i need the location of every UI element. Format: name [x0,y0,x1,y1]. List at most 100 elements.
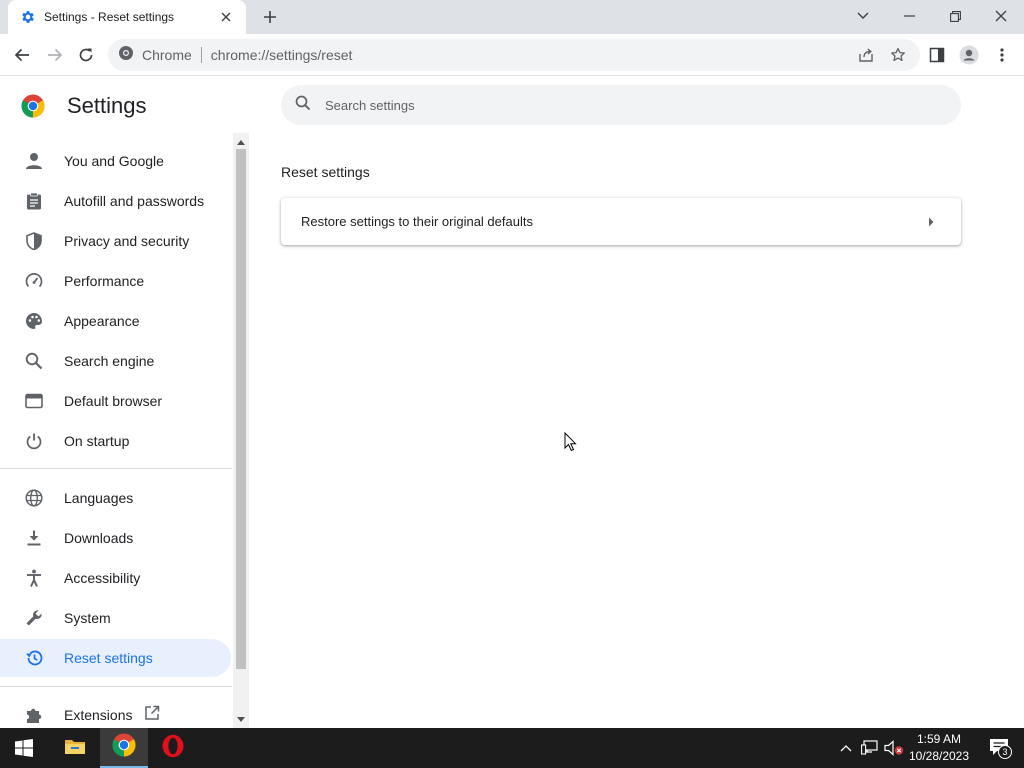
page-title: Settings [67,93,147,118]
folder-icon [64,737,86,760]
sidebar-item-label: Privacy and security [64,233,190,249]
chip-label: Chrome [142,47,192,63]
section-title: Reset settings [281,164,370,180]
sidebar-item-appearance[interactable]: Appearance [0,302,231,340]
restore-defaults-label: Restore settings to their original defau… [301,214,533,229]
search-icon [24,351,44,371]
tab-title: Settings - Reset settings [44,10,175,24]
browser-toolbar: Chrome chrome://settings/reset [0,34,1024,76]
sidebar-item-label: Reset settings [64,650,153,666]
sidebar-item-label: On startup [64,433,130,449]
sidebar-item-autofill[interactable]: Autofill and passwords [0,182,231,220]
sidebar-item-reset-settings[interactable]: Reset settings [0,639,231,677]
restore-button[interactable] [932,0,978,32]
sidebar-item-system[interactable]: System [0,599,231,637]
network-icon[interactable] [860,738,880,758]
close-window-button[interactable] [978,0,1024,32]
omnibox-separator [200,47,202,63]
volume-muted-icon[interactable] [884,738,904,758]
chrome-icon [118,45,134,66]
sidebar-item-label: Downloads [64,530,134,546]
back-button[interactable] [10,43,34,67]
share-icon[interactable] [854,43,878,67]
globe-icon [24,488,44,508]
shield-icon [24,231,44,251]
scroll-down-arrow-icon[interactable] [233,712,249,726]
sidebar-item-label: System [64,610,111,626]
minimize-button[interactable] [886,0,932,32]
sidebar-scrollbar[interactable] [233,133,249,728]
url-text[interactable]: chrome://settings/reset [211,47,353,63]
profile-avatar[interactable] [957,43,981,67]
tab-strip: Settings - Reset settings [0,0,1024,34]
tab-settings[interactable]: Settings - Reset settings [8,0,246,34]
sidebar-item-on-startup[interactable]: On startup [0,422,231,460]
sidebar-item-label: Appearance [64,313,140,329]
sidebar-item-label: Autofill and passwords [64,193,205,209]
tab-search-button[interactable] [840,0,886,32]
sidebar-item-extensions[interactable]: Extensions [0,696,231,728]
sidebar-item-performance[interactable]: Performance [0,262,231,300]
notification-icon: 3 [989,738,1012,759]
person-icon [24,151,44,171]
sidebar-item-you-and-google[interactable]: You and Google [0,142,231,180]
sidebar-item-label: Default browser [64,393,163,409]
sidebar-item-label: Languages [64,490,134,506]
chrome-taskbar-button[interactable] [100,728,148,768]
external-link-icon [144,705,160,726]
sidebar-item-label: You and Google [64,153,164,169]
search-placeholder: Search settings [325,97,415,113]
opera-taskbar-button[interactable] [149,728,197,768]
opera-icon [161,734,185,763]
accessibility-icon [24,568,44,588]
reload-button[interactable] [74,43,98,67]
sidebar-divider [0,686,232,687]
puzzle-icon [24,705,44,725]
windows-taskbar: 1:59 AM 10/28/2023 3 [0,728,1024,768]
search-settings-input[interactable]: Search settings [281,85,961,125]
file-explorer-button[interactable] [51,728,99,768]
browser-window-icon [24,391,44,411]
clipboard-icon [24,191,44,211]
sidebar-item-privacy[interactable]: Privacy and security [0,222,231,260]
download-icon [24,528,44,548]
sidebar-item-label: Accessibility [64,570,141,586]
palette-icon [24,311,44,331]
side-panel-button[interactable] [925,43,949,67]
history-icon [24,648,44,668]
chrome-logo-icon [21,94,45,118]
taskbar-clock[interactable]: 1:59 AM 10/28/2023 [906,731,972,765]
chrome-icon [112,733,136,762]
gear-icon [20,9,36,25]
sidebar-item-default-browser[interactable]: Default browser [0,382,231,420]
restore-defaults-row[interactable]: Restore settings to their original defau… [281,198,961,245]
sidebar-divider [0,468,232,469]
sidebar-item-search-engine[interactable]: Search engine [0,342,231,380]
address-bar[interactable]: Chrome chrome://settings/reset [108,39,920,71]
new-tab-button[interactable] [258,5,282,29]
scroll-up-arrow-icon[interactable] [233,135,249,149]
mouse-cursor-icon [564,431,578,452]
more-menu-icon[interactable] [990,43,1014,67]
bookmark-star-icon[interactable] [886,43,910,67]
site-info-chip[interactable]: Chrome [118,45,192,66]
scroll-thumb[interactable] [236,149,246,669]
clock-time: 1:59 AM [916,732,962,746]
settings-sidebar: You and Google Autofill and passwords Pr… [0,141,232,728]
sidebar-item-languages[interactable]: Languages [0,479,231,517]
notification-center-button[interactable]: 3 [976,728,1024,768]
sidebar-item-label: Performance [64,273,145,289]
forward-button[interactable] [43,43,67,67]
tab-close-icon[interactable] [216,7,236,27]
sidebar-item-downloads[interactable]: Downloads [0,519,231,557]
start-button[interactable] [0,728,48,768]
clock-date: 10/28/2023 [908,749,970,763]
sidebar-item-label: Search engine [64,353,155,369]
sidebar-item-label: Extensions [64,707,133,723]
wrench-icon [24,608,44,628]
sidebar-item-accessibility[interactable]: Accessibility [0,559,231,597]
speedometer-icon [24,271,44,291]
chevron-up-icon[interactable] [836,738,856,758]
search-icon [295,95,311,116]
arrow-right-icon [921,212,941,232]
